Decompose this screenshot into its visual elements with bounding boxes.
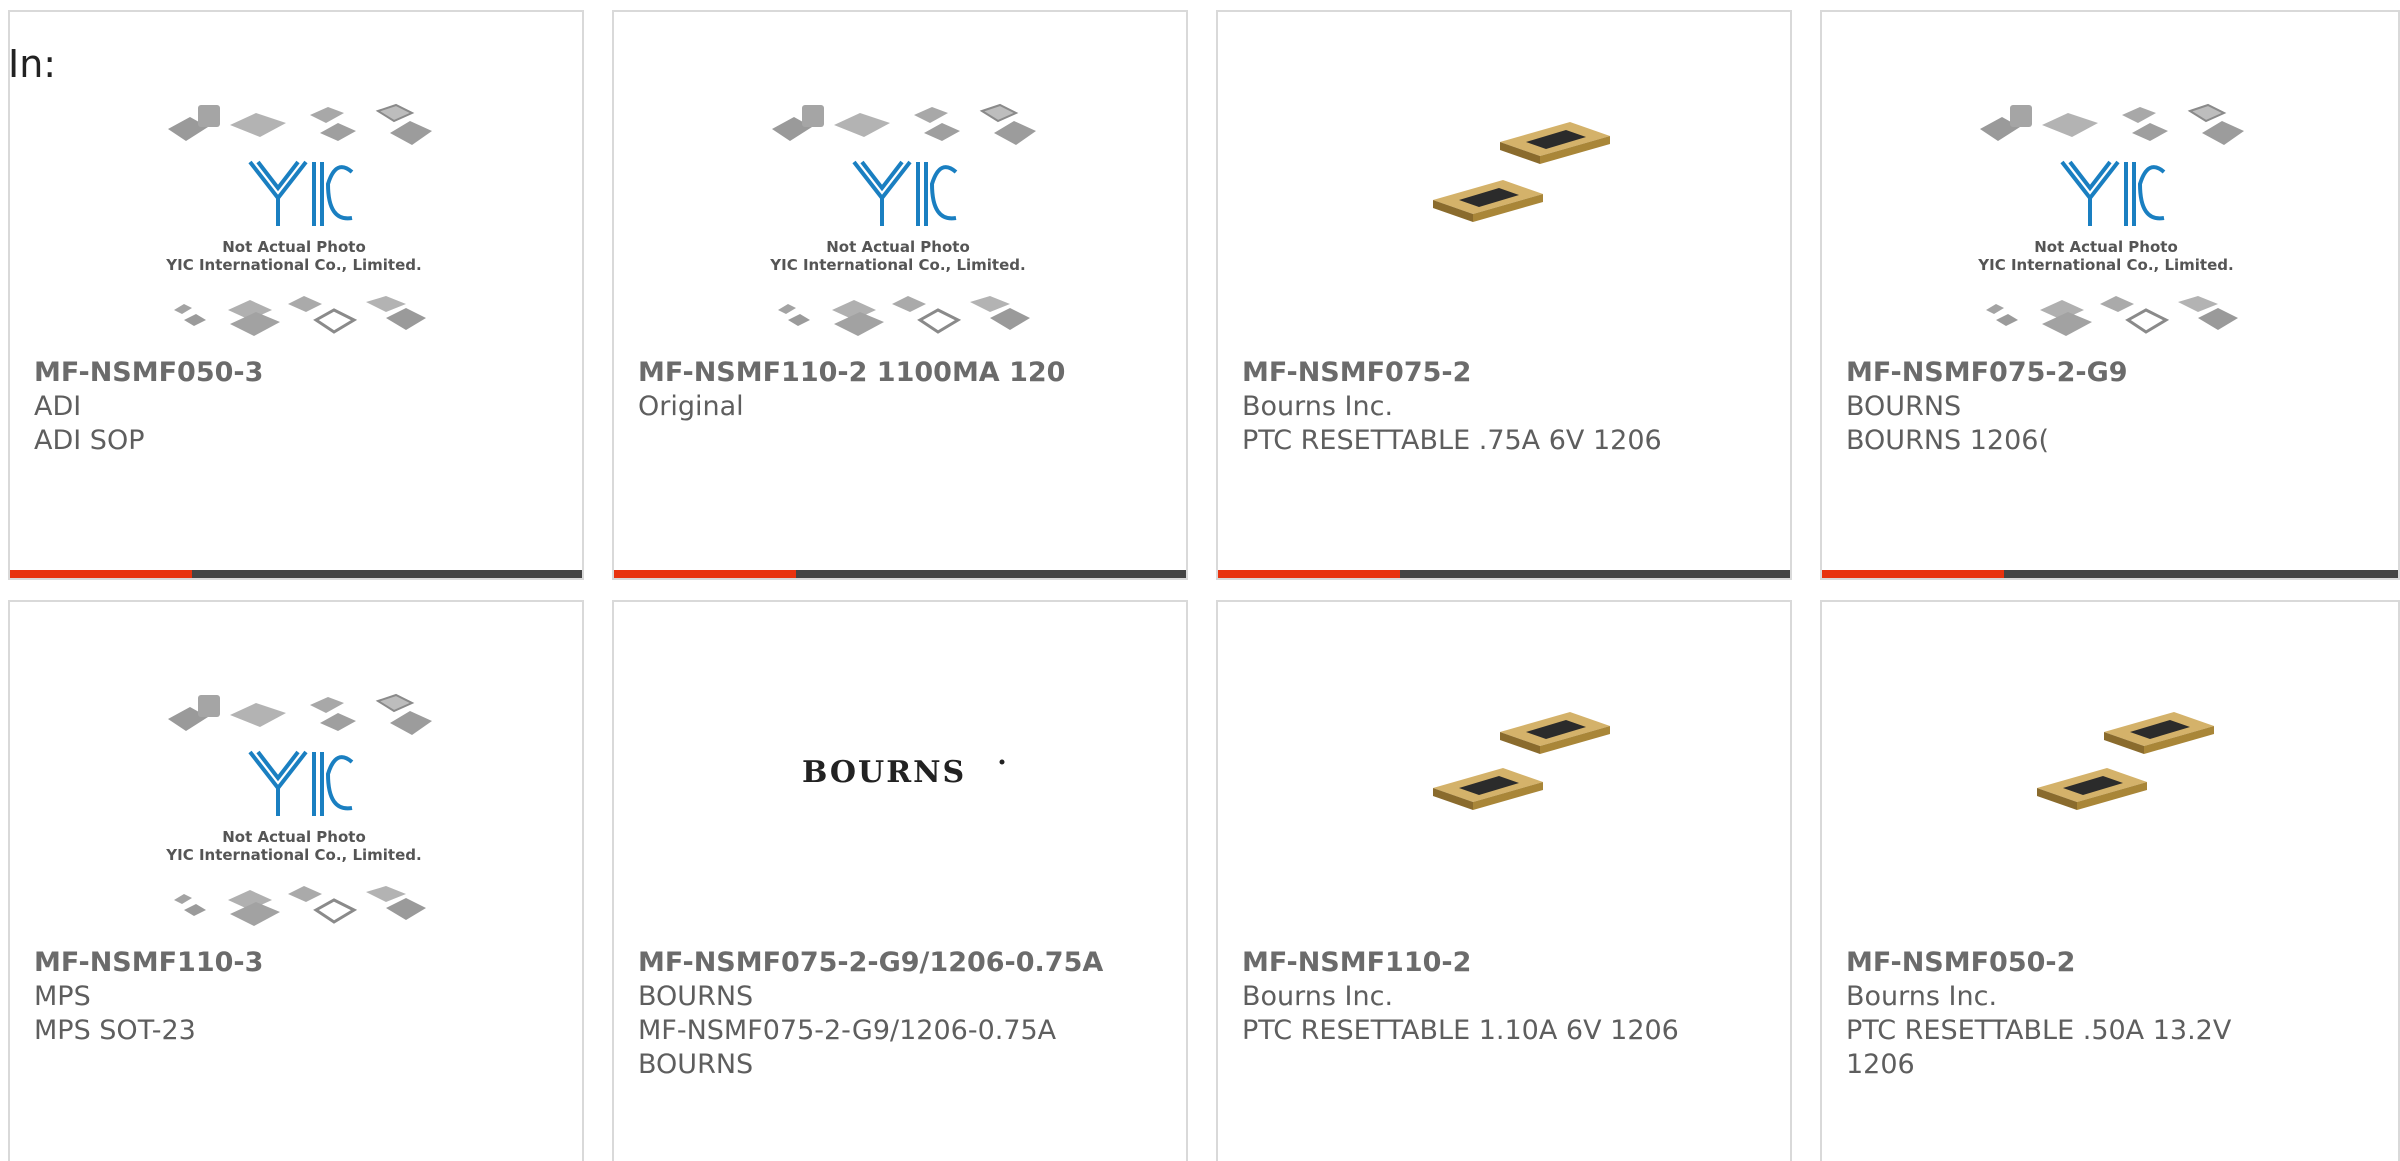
product-description: PTC RESETTABLE 1.10A 6V 1206 — [1242, 1015, 1679, 1046]
product-info: MF-NSMF110-2 Bourns Inc. PTC RESETTABLE … — [1242, 946, 1772, 1048]
product-info: MF-NSMF075-2 Bourns Inc. PTC RESETTABLE … — [1242, 356, 1772, 458]
product-description: PTC RESETTABLE .75A 6V 1206 — [1242, 425, 1662, 456]
product-card[interactable]: MF-NSMF110-2 Bourns Inc. PTC RESETTABLE … — [1216, 600, 1792, 1161]
product-image[interactable]: Not Actual Photo YIC International Co., … — [1822, 12, 2394, 357]
card-bottom-bar — [1822, 570, 2398, 578]
product-name[interactable]: MF-NSMF110-3 — [34, 946, 564, 980]
placeholder-line1: Not Actual Photo — [826, 238, 970, 256]
card-bottom-bar — [614, 570, 1186, 578]
product-description-extra: 1206 — [1846, 1049, 1915, 1080]
product-info: MF-NSMF075-2-G9/1206-0.75A BOURNS MF-NSM… — [638, 946, 1168, 1082]
product-card[interactable]: Not Actual Photo YIC International Co., … — [612, 10, 1188, 580]
product-name[interactable]: MF-NSMF075-2-G9 — [1846, 356, 2376, 390]
product-image[interactable] — [1218, 602, 1790, 947]
product-brand: MPS — [34, 981, 91, 1012]
product-card[interactable]: MF-NSMF075-2 Bourns Inc. PTC RESETTABLE … — [1216, 10, 1792, 580]
placeholder-line1: Not Actual Photo — [222, 238, 366, 256]
card-accent-bar — [1822, 570, 2004, 578]
yic-logo-icon — [248, 750, 354, 816]
bourns-logo-icon: BOURNS — [802, 755, 966, 790]
product-info: MF-NSMF110-3 MPS MPS SOT-23 — [34, 946, 564, 1048]
product-image[interactable]: Not Actual Photo YIC International Co., … — [614, 12, 1186, 357]
smd-fuse-icon — [1433, 122, 1610, 222]
product-card[interactable]: MF-NSMF050-2 Bourns Inc. PTC RESETTABLE … — [1820, 600, 2400, 1161]
product-name[interactable]: MF-NSMF110-2 — [1242, 946, 1772, 980]
card-accent-bar — [614, 570, 796, 578]
product-name[interactable]: MF-NSMF050-3 — [34, 356, 564, 390]
product-brand: Original — [638, 391, 744, 422]
product-info: MF-NSMF050-2 Bourns Inc. PTC RESETTABLE … — [1846, 946, 2376, 1082]
product-brand: BOURNS — [638, 981, 754, 1012]
product-image[interactable]: Not Actual Photo YIC International Co., … — [10, 12, 582, 357]
product-info: MF-NSMF050-3 ADI ADI SOP — [34, 356, 564, 458]
product-description-extra: BOURNS — [638, 1049, 754, 1080]
product-image[interactable]: Not Actual Photo YIC International Co., … — [10, 602, 582, 947]
product-description: MPS SOT-23 — [34, 1015, 196, 1046]
product-name[interactable]: MF-NSMF050-2 — [1846, 946, 2376, 980]
product-image[interactable]: BOURNS — [614, 602, 1186, 947]
placeholder-line2: YIC International Co., Limited. — [165, 256, 421, 274]
product-card[interactable]: Not Actual Photo YIC International Co., … — [1820, 10, 2400, 580]
placeholder-line1: Not Actual Photo — [2034, 238, 2178, 256]
product-card[interactable]: Not Actual Photo YIC International Co., … — [8, 10, 584, 580]
product-grid-page: In: Not Actual Photo YIC International C… — [0, 0, 2400, 1161]
product-description: PTC RESETTABLE .50A 13.2V — [1846, 1015, 2232, 1046]
smd-fuse-icon — [2037, 712, 2214, 810]
card-bottom-bar — [1218, 570, 1790, 578]
yic-logo-icon — [852, 160, 958, 226]
product-card[interactable]: BOURNS MF-NSMF075-2-G9/1206-0.75A BOURNS… — [612, 600, 1188, 1161]
product-description: MF-NSMF075-2-G9/1206-0.75A — [638, 1015, 1057, 1046]
product-image[interactable] — [1218, 12, 1790, 357]
product-info: MF-NSMF075-2-G9 BOURNS BOURNS 1206( — [1846, 356, 2376, 458]
product-name[interactable]: MF-NSMF075-2 — [1242, 356, 1772, 390]
product-brand: BOURNS — [1846, 391, 1962, 422]
in-label: In: — [8, 42, 57, 86]
product-brand: Bourns Inc. — [1242, 981, 1394, 1012]
yic-logo-icon — [248, 160, 354, 226]
product-brand: Bourns Inc. — [1242, 391, 1394, 422]
card-accent-bar — [1218, 570, 1400, 578]
product-description: ADI SOP — [34, 425, 145, 456]
product-brand: ADI — [34, 391, 82, 422]
placeholder-line2: YIC International Co., Limited. — [165, 846, 421, 864]
smd-fuse-icon — [1433, 712, 1610, 810]
product-info: MF-NSMF110-2 1100MA 120 Original — [638, 356, 1168, 424]
placeholder-line2: YIC International Co., Limited. — [1977, 256, 2233, 274]
product-brand: Bourns Inc. — [1846, 981, 1998, 1012]
placeholder-line1: Not Actual Photo — [222, 828, 366, 846]
placeholder-line2: YIC International Co., Limited. — [769, 256, 1025, 274]
yic-logo-icon — [2060, 160, 2166, 226]
product-name[interactable]: MF-NSMF110-2 1100MA 120 — [638, 356, 1168, 390]
product-image[interactable] — [1822, 602, 2394, 947]
card-accent-bar — [10, 570, 192, 578]
product-description: BOURNS 1206( — [1846, 425, 2049, 456]
product-name[interactable]: MF-NSMF075-2-G9/1206-0.75A — [638, 946, 1168, 980]
card-bottom-bar — [10, 570, 582, 578]
product-card[interactable]: Not Actual Photo YIC International Co., … — [8, 600, 584, 1161]
